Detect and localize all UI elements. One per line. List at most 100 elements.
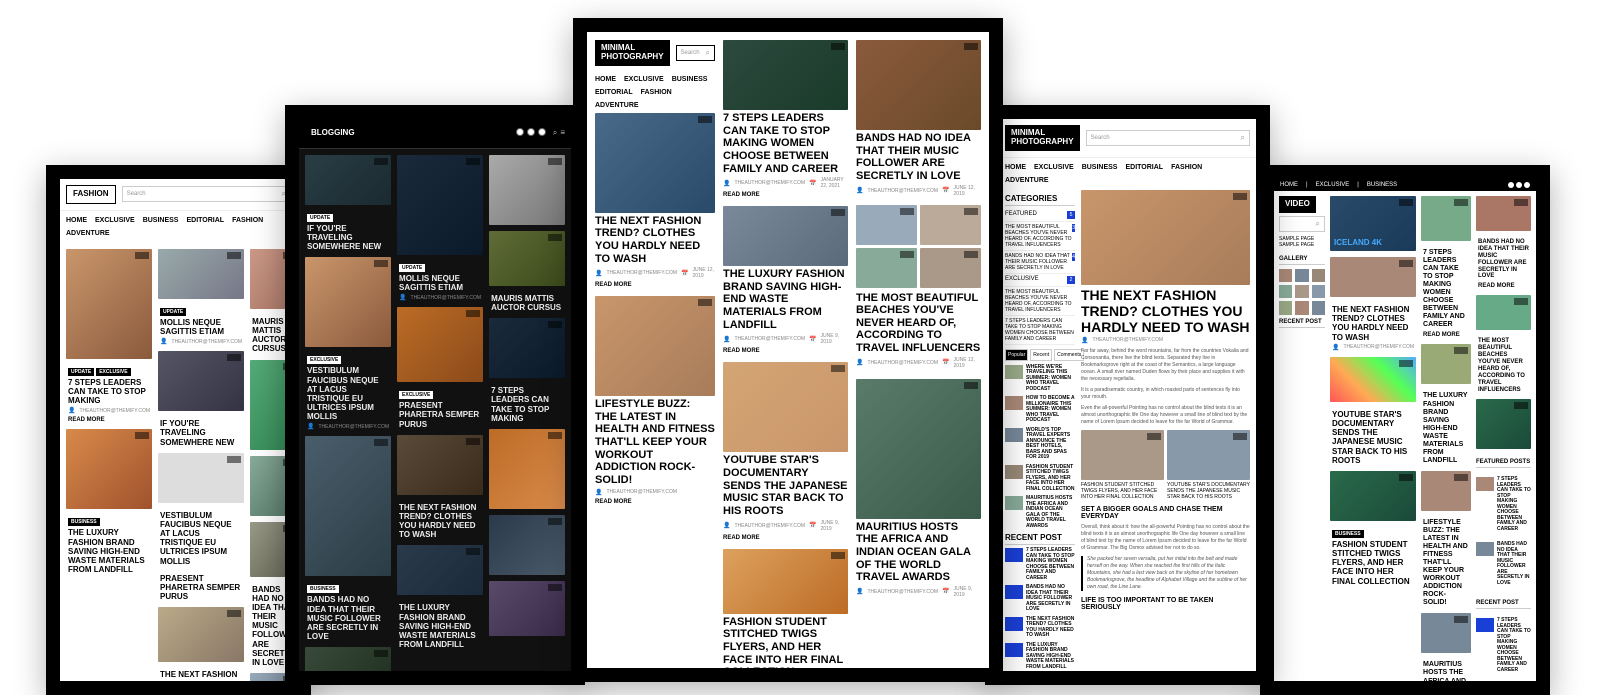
nav-business[interactable]: BUSINESS: [143, 217, 179, 224]
read-more-link[interactable]: READ MORE: [723, 348, 848, 354]
nav-exclusive[interactable]: EXCLUSIVE: [95, 217, 135, 224]
post-image[interactable]: [1330, 357, 1416, 402]
post-title[interactable]: THE NEXT FASHION TREND? CLOTHES YOU HARD…: [1332, 305, 1414, 342]
post-image[interactable]: [723, 549, 848, 614]
read-more-link[interactable]: READ MORE: [723, 192, 848, 198]
post-title[interactable]: MAURITIUS HOSTS THE AFRICA AND INDIAN OC…: [1423, 661, 1469, 681]
post-title[interactable]: MAURIS MATTIS AUCTOR CURSUS: [491, 294, 563, 312]
post-image[interactable]: [158, 249, 244, 299]
post-image[interactable]: [1330, 471, 1416, 521]
post-image[interactable]: [1421, 196, 1471, 241]
post-image[interactable]: [1421, 471, 1471, 511]
post-image[interactable]: [1476, 196, 1531, 231]
post-title[interactable]: THE LUXURY FASHION BRAND SAVING HIGH-END…: [723, 268, 848, 331]
read-more-link[interactable]: READ MORE: [723, 535, 848, 541]
post-image[interactable]: [489, 318, 565, 378]
menu-icon[interactable]: ≡: [560, 128, 565, 138]
post-image[interactable]: [1476, 399, 1531, 449]
post-title[interactable]: 7 STEPS LEADERS CAN TAKE TO STOP MAKING: [491, 386, 563, 423]
nav-home[interactable]: HOME: [66, 217, 87, 224]
nav-sample[interactable]: SAMPLE PAGE: [1279, 242, 1325, 248]
post-title[interactable]: THE NEXT FASHION TREND? CLOTHES YOU HARD…: [399, 503, 481, 540]
post-image[interactable]: [856, 248, 917, 288]
post-title[interactable]: THE MOST BEAUTIFUL BEACHES YOU'VE NEVER …: [856, 292, 981, 355]
post-image[interactable]: [305, 155, 391, 205]
nav-editorial[interactable]: EDITORIAL: [595, 89, 633, 96]
post-image[interactable]: [1421, 344, 1471, 384]
post-title[interactable]: 7 STEPS LEADERS CAN TAKE TO STOP MAKING …: [723, 112, 848, 175]
post-image[interactable]: [489, 429, 565, 509]
post-image[interactable]: [158, 607, 244, 662]
post-image[interactable]: [920, 205, 981, 245]
post-image[interactable]: [397, 155, 483, 255]
nav-fashion[interactable]: FASHION: [232, 217, 263, 224]
video-hero[interactable]: ICELAND 4K: [1330, 196, 1416, 251]
post-image[interactable]: [158, 453, 244, 503]
logo[interactable]: VIDEO: [1279, 196, 1316, 213]
search-input[interactable]: Search⌕: [676, 45, 715, 61]
hero-image[interactable]: [723, 40, 848, 110]
post-image[interactable]: [397, 435, 483, 495]
post-title[interactable]: FASHION STUDENT STITCHED TWIGS FLYERS, A…: [723, 616, 848, 668]
post-image[interactable]: [305, 647, 391, 671]
logo[interactable]: MINIMAL PHOTOGRAPHY: [595, 40, 670, 66]
post-image[interactable]: [305, 436, 391, 576]
post-image[interactable]: [397, 545, 483, 595]
post-title[interactable]: FASHION STUDENT STITCHED TWIGS FLYERS, A…: [1332, 540, 1414, 586]
post-image[interactable]: [66, 249, 152, 359]
post-title[interactable]: LIFESTYLE BUZZ: THE LATEST IN HEALTH AND…: [1423, 519, 1469, 608]
post-title[interactable]: YOUTUBE STAR'S DOCUMENTARY SENDS THE JAP…: [723, 454, 848, 517]
search-input[interactable]: ⌕: [1279, 216, 1325, 232]
post-image[interactable]: [489, 515, 565, 575]
nav-adventure[interactable]: ADVENTURE: [66, 230, 110, 237]
logo[interactable]: BLOGGING: [305, 125, 361, 142]
post-image[interactable]: [1421, 613, 1471, 653]
post-title[interactable]: THE LUXURY FASHION BRAND SAVING HIGH-END…: [399, 603, 481, 649]
post-title[interactable]: PRAESENT PHARETRA SEMPER PURUS: [160, 574, 242, 602]
read-more-link[interactable]: READ MORE: [595, 282, 715, 288]
category-item[interactable]: THE MOST BEAUTIFUL BEACHES YOU'VE NEVER …: [1005, 287, 1075, 316]
post-image[interactable]: [489, 231, 565, 286]
post-title[interactable]: MOLLIS NEQUE SAGITTIS ETIAM: [160, 318, 242, 336]
gallery-thumb[interactable]: [1279, 269, 1292, 282]
post-title[interactable]: IF YOU'RE TRAVELING SOMEWHERE NEW: [160, 419, 242, 447]
post-image[interactable]: [856, 40, 981, 130]
post-image[interactable]: [489, 581, 565, 636]
tab-popular[interactable]: Popular: [1005, 349, 1028, 361]
post-title[interactable]: 7 STEPS LEADERS CAN TAKE TO STOP MAKING: [68, 378, 150, 406]
post-image[interactable]: [1476, 295, 1531, 330]
search-icon[interactable]: ⌕: [553, 128, 557, 138]
category-item[interactable]: 7 STEPS LEADERS CAN TAKE TO STOP MAKING …: [1005, 316, 1075, 345]
post-title[interactable]: 7 STEPS LEADERS CAN TAKE TO STOP MAKING …: [1423, 249, 1469, 329]
post-image[interactable]: [723, 206, 848, 266]
post-image[interactable]: [158, 351, 244, 411]
nav-fashion[interactable]: FASHION: [641, 89, 672, 96]
read-more-link[interactable]: READ MORE: [595, 499, 715, 505]
post-title[interactable]: VESTIBULUM FAUCIBUS NEQUE AT LACUS TRIST…: [307, 366, 389, 421]
nav-home[interactable]: HOME: [595, 76, 616, 83]
post-title[interactable]: VESTIBULUM FAUCIBUS NEQUE AT LACUS TRIST…: [160, 511, 242, 566]
nav-business[interactable]: BUSINESS: [672, 76, 708, 83]
post-title[interactable]: BANDS HAD NO IDEA THAT THEIR MUSIC FOLLO…: [307, 595, 389, 641]
nav-exclusive[interactable]: EXCLUSIVE: [624, 76, 664, 83]
post-title[interactable]: LIFESTYLE BUZZ: THE LATEST IN HEALTH AND…: [595, 398, 715, 486]
post-image[interactable]: [1330, 257, 1416, 297]
post-image[interactable]: [305, 257, 391, 347]
nav-editorial[interactable]: EDITORIAL: [186, 217, 224, 224]
nav-adventure[interactable]: ADVENTURE: [595, 102, 639, 109]
post-title[interactable]: PRAESENT PHARETRA SEMPER PURUS: [399, 401, 481, 429]
post-title[interactable]: IF YOU'RE TRAVELING SOMEWHERE NEW: [307, 224, 389, 252]
post-title[interactable]: THE LUXURY FASHION BRAND SAVING HIGH-END…: [68, 528, 150, 574]
read-more-link[interactable]: READ MORE: [68, 417, 150, 423]
post-title[interactable]: THE NEXT FASHION TREND? CLOTHES YOU HARD…: [595, 215, 715, 266]
post-title[interactable]: MOLLIS NEQUE SAGITTIS ETIAM: [399, 274, 481, 292]
post-image[interactable]: [856, 205, 917, 245]
search-input[interactable]: Search⌕: [122, 186, 291, 202]
post-image[interactable]: [489, 155, 565, 225]
category-item[interactable]: EXCLUSIVE2: [1005, 274, 1075, 287]
post-image[interactable]: [595, 113, 715, 213]
category-item[interactable]: FEATURED5: [1005, 209, 1075, 222]
post-image[interactable]: [856, 379, 981, 519]
tab-recent[interactable]: Recent: [1030, 349, 1052, 361]
post-title[interactable]: THE LUXURY FASHION BRAND SAVING HIGH-END…: [1423, 392, 1469, 464]
